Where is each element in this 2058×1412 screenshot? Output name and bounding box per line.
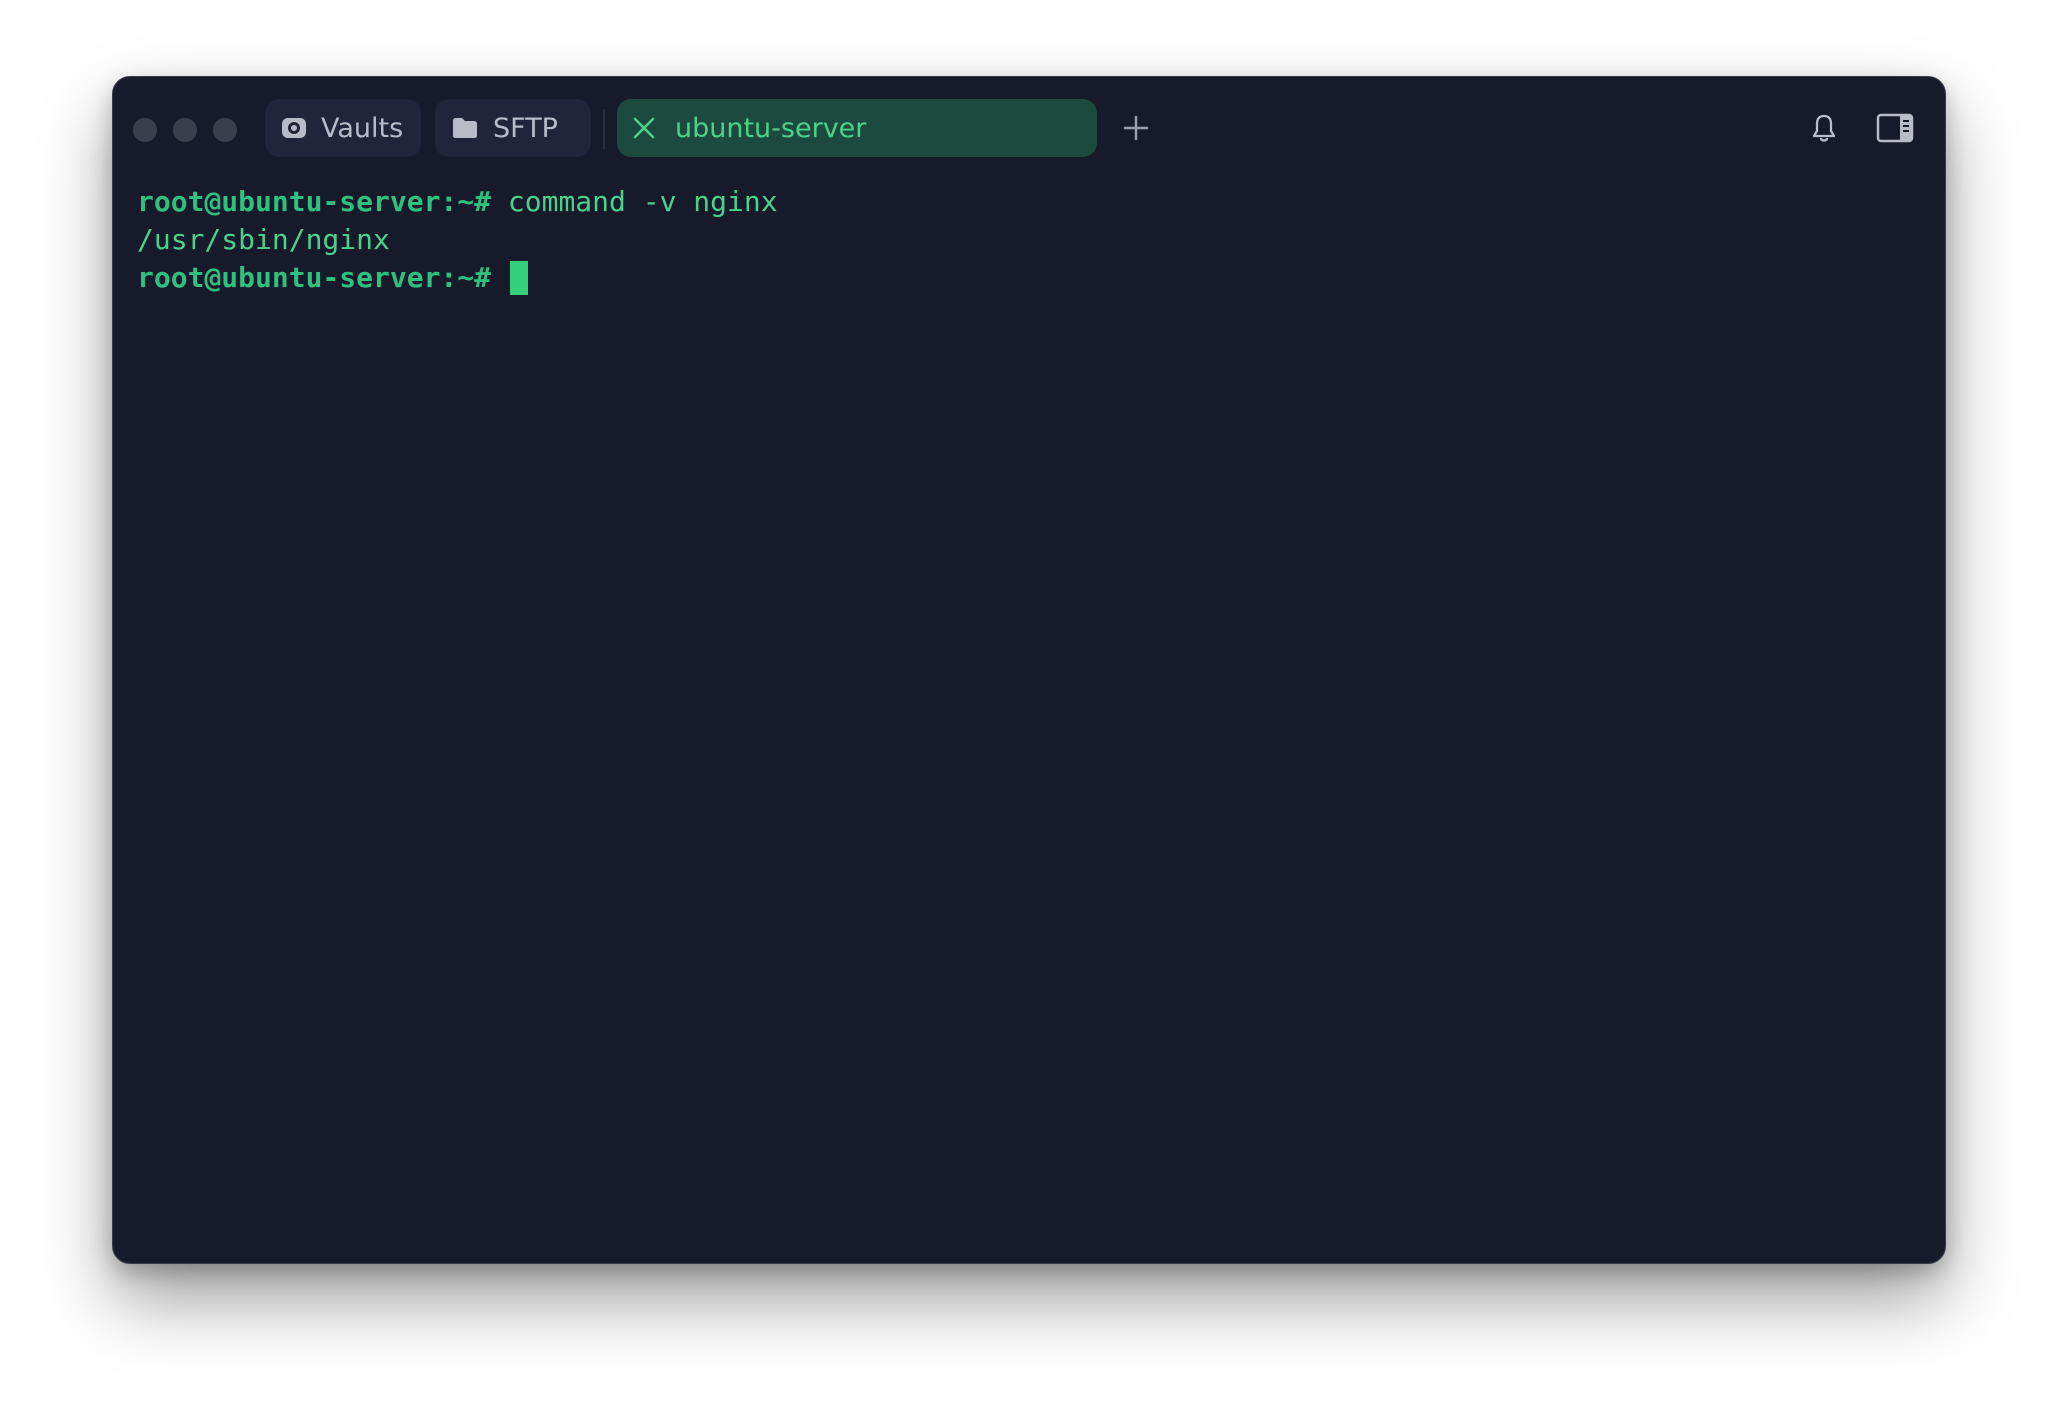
close-icon[interactable]	[631, 115, 657, 141]
folder-icon	[451, 115, 479, 141]
plus-icon	[1122, 114, 1150, 146]
terminal-line: root@ubuntu-server:~# command -v nginx	[137, 183, 1921, 221]
shell-prompt: root@ubuntu-server:~#	[137, 185, 492, 218]
tab-vaults[interactable]: Vaults	[265, 99, 421, 157]
title-bar: Vaults SFTP ubuntu-server	[113, 77, 1945, 181]
close-window-button[interactable]	[133, 118, 157, 142]
terminal-line: root@ubuntu-server:~#	[137, 259, 1921, 297]
tab-ubuntu-server[interactable]: ubuntu-server	[617, 99, 1097, 157]
sidebar-toggle-icon	[1876, 113, 1914, 147]
terminal-cursor	[509, 261, 528, 295]
notifications-button[interactable]	[1804, 110, 1844, 150]
command-text	[491, 259, 508, 297]
sidebar-toggle-button[interactable]	[1873, 109, 1917, 151]
minimize-window-button[interactable]	[173, 118, 197, 142]
command-text: command -v nginx	[491, 185, 778, 218]
zoom-window-button[interactable]	[213, 118, 237, 142]
tab-label: SFTP	[493, 112, 558, 144]
terminal-line: /usr/sbin/nginx	[137, 221, 1921, 259]
tab-label: Vaults	[321, 112, 404, 144]
terminal-output[interactable]: root@ubuntu-server:~# command -v nginx /…	[137, 183, 1921, 1239]
command-output: /usr/sbin/nginx	[137, 223, 390, 256]
shell-prompt: root@ubuntu-server:~#	[137, 261, 492, 294]
tab-divider	[603, 109, 605, 149]
tab-sftp[interactable]: SFTP	[435, 99, 591, 157]
new-tab-button[interactable]	[1116, 110, 1156, 150]
bell-icon	[1809, 112, 1839, 148]
terminal-window: Vaults SFTP ubuntu-server root@ubuntu-se…	[112, 76, 1946, 1264]
tab-label: ubuntu-server	[675, 112, 867, 144]
vault-icon	[279, 113, 309, 143]
